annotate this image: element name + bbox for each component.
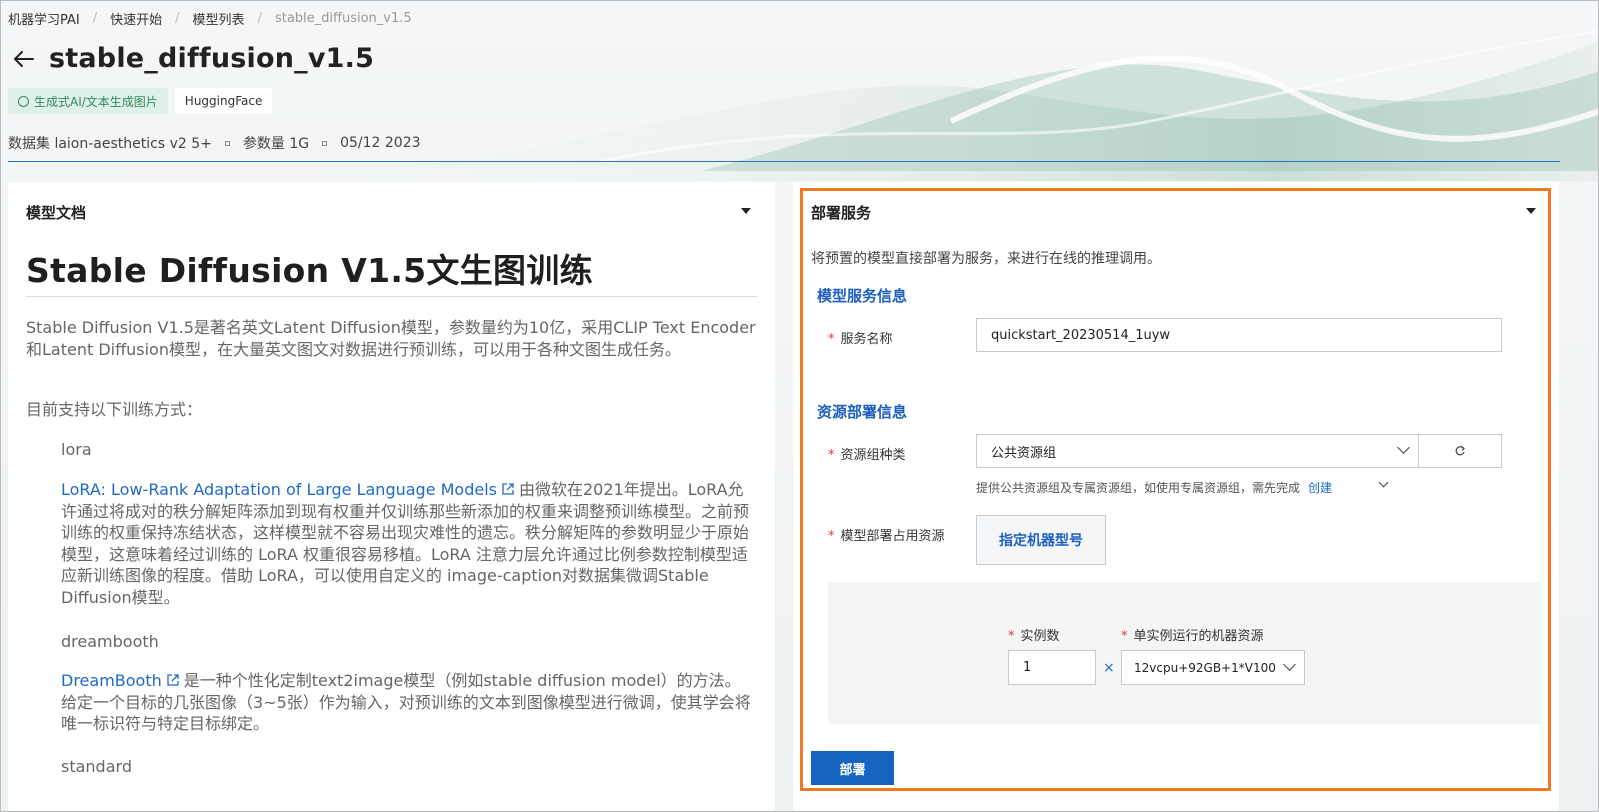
external-link-icon[interactable] xyxy=(501,482,515,496)
meta-params: 参数量 1G xyxy=(242,136,310,152)
service-info-title: 模型服务信息 xyxy=(817,287,908,305)
meta-separator-icon xyxy=(322,140,328,146)
refresh-icon xyxy=(1455,446,1465,456)
dreambooth-paragraph: DreamBooth 是一种个性化定制text2image模型（例如stable … xyxy=(26,670,756,735)
service-name-input[interactable]: quickstart_20230514_1uyw xyxy=(976,318,1502,352)
dreambooth-link[interactable]: DreamBooth xyxy=(61,671,162,690)
chevron-down-icon xyxy=(1283,658,1296,671)
doc-dreambooth-heading: dreambooth xyxy=(26,631,756,653)
create-link[interactable]: 创建 xyxy=(1308,481,1332,495)
breadcrumb-item-current: stable_diffusion_v1.5 xyxy=(274,10,412,26)
back-arrow-icon[interactable] xyxy=(11,46,37,72)
tag-generative-ai: 生成式AI/文本生成图片 xyxy=(8,88,168,114)
deploy-intro: 将预置的模型直接部署为服务，来进行在线的推理调用。 xyxy=(811,251,1161,267)
resource-usage-label-text: 模型部署占用资源 xyxy=(840,529,945,544)
tag-label: 生成式AI/文本生成图片 xyxy=(34,94,158,109)
lora-paragraph: LoRA: Low-Rank Adaptation of Large Langu… xyxy=(26,479,756,608)
tag-label: HuggingFace xyxy=(184,94,263,108)
deploy-panel-header: 部署服务 xyxy=(811,204,872,222)
required-mark: * xyxy=(1121,629,1128,644)
doc-support-text: 目前支持以下训练方式： xyxy=(26,400,203,419)
refresh-button[interactable] xyxy=(1418,434,1502,468)
doc-dreambooth-paragraph: DreamBooth 是一种个性化定制text2image模型（例如stable … xyxy=(26,670,756,735)
collapse-caret-icon[interactable] xyxy=(741,208,751,214)
instance-count-label: * 实例数 xyxy=(1008,625,1060,644)
specify-machine-button[interactable]: 指定机器型号 xyxy=(976,515,1106,565)
resource-hint-text: 提供公共资源组及专属资源组，如使用专属资源组，需先完成 xyxy=(976,481,1301,495)
service-name-label-text: 服务名称 xyxy=(840,332,893,347)
external-link-icon[interactable] xyxy=(166,673,180,687)
deploy-service-panel: 部署服务 将预置的模型直接部署为服务，来进行在线的推理调用。 模型服务信息 * 服… xyxy=(793,182,1559,811)
breadcrumb-separator: / xyxy=(92,10,98,26)
machine-resource-value: 12vcpu+92GB+1*V100 xyxy=(1134,660,1276,675)
title-row: stable_diffusion_v1.5 xyxy=(11,43,374,74)
resource-group-label-text: 资源组种类 xyxy=(840,448,906,463)
app-frame: 机器学习PAI / 快速开始 / 模型列表 / stable_diffusion… xyxy=(0,0,1599,812)
required-mark: * xyxy=(828,332,835,347)
breadcrumb: 机器学习PAI / 快速开始 / 模型列表 / stable_diffusion… xyxy=(8,9,412,28)
dreambooth-description: 是一种个性化定制text2image模型（例如stable diffusion … xyxy=(61,671,751,733)
machine-resource-label-text: 单实例运行的机器资源 xyxy=(1133,629,1264,644)
page-title: stable_diffusion_v1.5 xyxy=(49,43,375,74)
breadcrumb-item-quickstart[interactable]: 快速开始 xyxy=(110,9,162,28)
machine-resource-select[interactable]: 12vcpu+92GB+1*V100 xyxy=(1121,650,1305,685)
model-meta: 数据集 laion-aesthetics v2 5+ 参数量 1G 05/12 … xyxy=(8,133,421,153)
doc-title-divider xyxy=(26,296,757,297)
meta-dataset: 数据集 laion-aesthetics v2 5+ xyxy=(8,136,212,152)
breadcrumb-separator: / xyxy=(175,10,180,26)
chevron-down-icon[interactable] xyxy=(1378,477,1389,488)
header-divider xyxy=(8,161,1560,162)
doc-intro: Stable Diffusion V1.5是著名英文Latent Diffusi… xyxy=(26,318,756,359)
service-name-label: * 服务名称 xyxy=(828,328,893,347)
resource-hint: 提供公共资源组及专属资源组，如使用专属资源组，需先完成 创建 xyxy=(976,477,1389,496)
resource-usage-label: * 模型部署占用资源 xyxy=(828,525,945,544)
resource-group-label: * 资源组种类 xyxy=(828,444,906,463)
breadcrumb-separator: / xyxy=(257,10,262,26)
breadcrumb-item-model-list[interactable]: 模型列表 xyxy=(193,9,245,28)
tag-huggingface: HuggingFace xyxy=(174,88,273,114)
model-tags: 生成式AI/文本生成图片 HuggingFace xyxy=(8,88,273,114)
deploy-button[interactable]: 部署 xyxy=(811,751,894,785)
chevron-down-icon xyxy=(1397,441,1410,454)
collapse-caret-icon[interactable] xyxy=(1526,208,1536,214)
resource-group-value: 公共资源组 xyxy=(991,445,1057,461)
resource-group-select[interactable]: 公共资源组 xyxy=(976,434,1419,468)
multiply-symbol: × xyxy=(1103,660,1115,676)
machine-resource-label: * 单实例运行的机器资源 xyxy=(1121,625,1264,644)
lora-paper-link[interactable]: LoRA: Low-Rank Adaptation of Large Langu… xyxy=(61,480,497,499)
lora-heading: lora xyxy=(61,440,92,459)
required-mark: * xyxy=(828,529,835,544)
doc-panel-header: 模型文档 xyxy=(26,204,87,222)
dreambooth-heading: dreambooth xyxy=(61,632,159,651)
required-mark: * xyxy=(828,448,835,463)
meta-date: 05/12 2023 xyxy=(340,135,421,151)
doc-lora-paragraph: LoRA: Low-Rank Adaptation of Large Langu… xyxy=(26,479,756,608)
breadcrumb-item-pai[interactable]: 机器学习PAI xyxy=(8,9,80,28)
model-doc-panel: 模型文档 Stable Diffusion V1.5文生图训练 Stable D… xyxy=(8,182,775,811)
ai-icon xyxy=(18,95,29,107)
doc-standard-heading: standard xyxy=(26,756,756,778)
doc-lora-heading: lora xyxy=(26,439,756,461)
required-mark: * xyxy=(1008,629,1015,644)
standard-heading: standard xyxy=(61,757,132,776)
resource-info-title: 资源部署信息 xyxy=(817,403,908,421)
meta-separator-icon xyxy=(224,140,230,146)
instance-count-label-text: 实例数 xyxy=(1020,629,1060,644)
instance-count-input[interactable]: 1 xyxy=(1008,650,1096,685)
doc-title: Stable Diffusion V1.5文生图训练 xyxy=(26,251,593,290)
